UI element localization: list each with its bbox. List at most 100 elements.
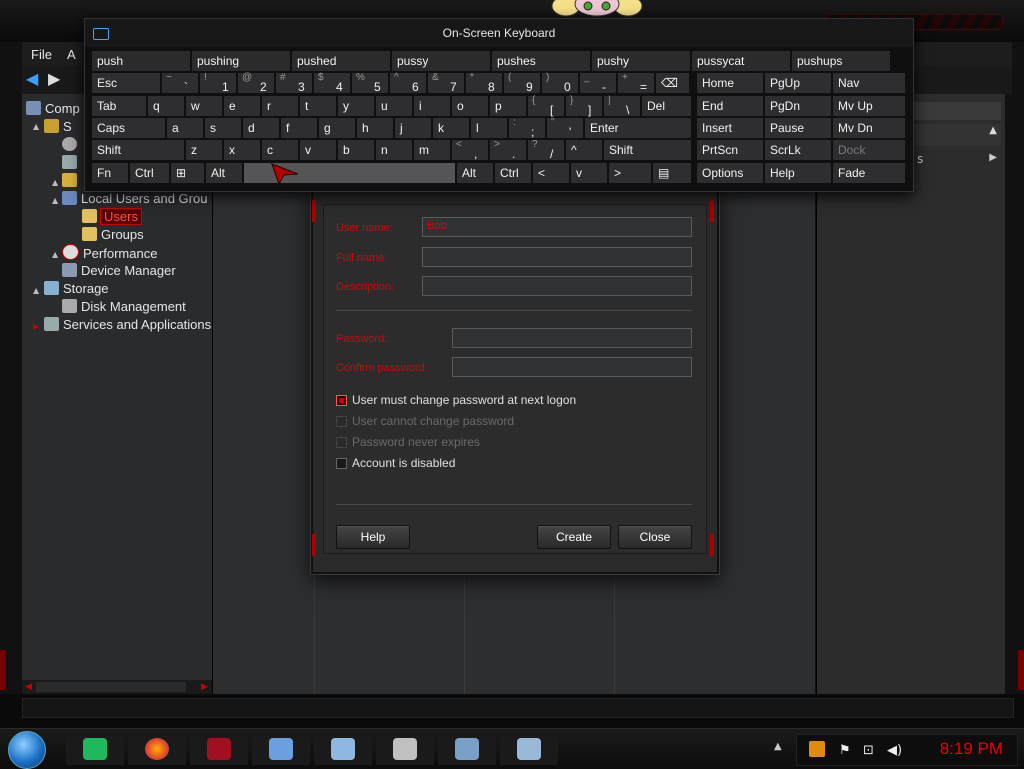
- confirm-password-field[interactable]: [452, 357, 692, 377]
- key-symbol[interactable]: ~ `: [162, 72, 198, 94]
- tree-item-users[interactable]: Users: [82, 208, 142, 225]
- key-alt[interactable]: Alt: [206, 163, 242, 183]
- suggestion-pussycat[interactable]: pussycat: [692, 51, 790, 71]
- key-8[interactable]: * 8: [466, 72, 502, 94]
- key-symbol[interactable]: :;: [509, 117, 545, 139]
- tree-item-event-viewer[interactable]: [62, 154, 81, 171]
- tree-item-shared-folders[interactable]: [62, 172, 81, 189]
- expand-icon[interactable]: ▲: [52, 250, 58, 259]
- key-home[interactable]: Home: [697, 73, 763, 93]
- suggestion-pushy[interactable]: pushy: [592, 51, 690, 71]
- key-symbol[interactable]: ⊞: [171, 163, 204, 183]
- tray-app-icon[interactable]: [809, 741, 825, 757]
- tree-horizontal-scrollbar[interactable]: ◀ ▶: [22, 680, 212, 694]
- key-6[interactable]: ^ 6: [390, 72, 426, 94]
- key-fn[interactable]: Fn: [92, 163, 128, 183]
- key-symbol[interactable]: " ': [547, 117, 583, 139]
- forward-arrow-icon[interactable]: ▶: [48, 70, 66, 88]
- tree-item-services-applications[interactable]: Services and Applications: [44, 316, 211, 333]
- key-x[interactable]: x: [224, 140, 260, 160]
- key-end[interactable]: End: [697, 96, 763, 116]
- key-pgup[interactable]: PgUp: [765, 73, 831, 93]
- suggestion-push[interactable]: push: [92, 51, 190, 71]
- key-4[interactable]: $4: [314, 72, 350, 94]
- key-insert[interactable]: Insert: [697, 118, 763, 138]
- key-shift[interactable]: Shift: [92, 140, 184, 160]
- scroll-right-icon[interactable]: ▶: [201, 682, 209, 692]
- taskbar-app-media[interactable]: [190, 733, 248, 765]
- tree-item-groups[interactable]: Groups: [82, 226, 144, 243]
- key-caps[interactable]: Caps: [92, 118, 165, 138]
- key-j[interactable]: j: [395, 118, 431, 138]
- key-b[interactable]: b: [338, 140, 374, 160]
- key-z[interactable]: z: [186, 140, 222, 160]
- taskbar-app-network[interactable]: [438, 733, 496, 765]
- key-esc[interactable]: Esc: [92, 73, 160, 93]
- key-prtscn[interactable]: PrtScn: [697, 140, 763, 160]
- key-q[interactable]: q: [148, 96, 184, 116]
- scroll-left-icon[interactable]: ◀: [25, 682, 33, 692]
- key-a[interactable]: a: [167, 118, 203, 138]
- expand-icon[interactable]: ▶: [33, 322, 39, 331]
- key-symbol[interactable]: _ -: [580, 72, 616, 94]
- back-arrow-icon[interactable]: ◀: [26, 70, 44, 88]
- volume-icon[interactable]: ◀): [887, 743, 902, 758]
- key-mv-up[interactable]: Mv Up: [833, 96, 905, 116]
- suggestion-pushed[interactable]: pushed: [292, 51, 390, 71]
- user-name-field[interactable]: Bob: [422, 217, 692, 237]
- key-g[interactable]: g: [319, 118, 355, 138]
- suggestion-pushes[interactable]: pushes: [492, 51, 590, 71]
- key-symbol[interactable]: <: [533, 163, 569, 183]
- key-help[interactable]: Help: [765, 163, 831, 183]
- key-f[interactable]: f: [281, 118, 317, 138]
- key-i[interactable]: i: [414, 96, 450, 116]
- checkbox-icon[interactable]: [336, 458, 347, 469]
- full-name-field[interactable]: [422, 247, 692, 267]
- key-d[interactable]: d: [243, 118, 279, 138]
- clock[interactable]: 8:19 PM: [940, 739, 1003, 759]
- key-e[interactable]: e: [224, 96, 260, 116]
- key-pgdn[interactable]: PgDn: [765, 96, 831, 116]
- key-fade[interactable]: Fade: [833, 163, 905, 183]
- menu-file[interactable]: File: [31, 47, 52, 62]
- tree-item-task-scheduler[interactable]: [62, 136, 81, 153]
- taskbar-app-server[interactable]: [376, 733, 434, 765]
- help-button[interactable]: Help: [336, 525, 410, 549]
- key-alt[interactable]: Alt: [457, 163, 493, 183]
- create-button[interactable]: Create: [537, 525, 611, 549]
- suggestion-pushups[interactable]: pushups: [792, 51, 890, 71]
- key-tab[interactable]: Tab: [92, 96, 146, 116]
- suggestion-pussy[interactable]: pussy: [392, 51, 490, 71]
- flag-icon[interactable]: ⚑: [839, 743, 851, 758]
- key-nav[interactable]: Nav: [833, 73, 905, 93]
- tree-item-device-manager[interactable]: Device Manager: [62, 262, 176, 279]
- expand-icon[interactable]: ▲: [33, 286, 39, 295]
- key-symbol[interactable]: + =: [618, 72, 654, 94]
- taskbar-app-keyboard[interactable]: [500, 733, 558, 765]
- collapse-up-icon[interactable]: ▲: [989, 125, 997, 136]
- key-9[interactable]: (9: [504, 72, 540, 94]
- tree-item-computer[interactable]: Comp: [26, 100, 80, 117]
- key-2[interactable]: @2: [238, 72, 274, 94]
- tree-item-disk-management[interactable]: Disk Management: [62, 298, 186, 315]
- key-5[interactable]: % 5: [352, 72, 388, 94]
- actions-more-label[interactable]: s: [917, 152, 923, 166]
- key-v[interactable]: v: [571, 163, 607, 183]
- password-field[interactable]: [452, 328, 692, 348]
- key-l[interactable]: l: [471, 118, 507, 138]
- key-del[interactable]: Del: [642, 96, 691, 116]
- key-c[interactable]: c: [262, 140, 298, 160]
- expand-icon[interactable]: ▲: [52, 178, 58, 187]
- must-change-password-checkbox[interactable]: User must change password at next logon: [336, 393, 576, 407]
- expand-icon[interactable]: ▲: [33, 122, 39, 131]
- key-0[interactable]: ) 0: [542, 72, 578, 94]
- key-u[interactable]: u: [376, 96, 412, 116]
- tree-item-system-tools[interactable]: S: [44, 118, 72, 135]
- key-symbol[interactable]: }]: [566, 95, 602, 117]
- start-orb-icon[interactable]: [8, 731, 46, 769]
- key-y[interactable]: y: [338, 96, 374, 116]
- key-w[interactable]: w: [186, 96, 222, 116]
- key-symbol[interactable]: >.: [490, 139, 526, 161]
- taskbar-app-remote[interactable]: [252, 733, 310, 765]
- key-symbol[interactable]: <,: [452, 139, 488, 161]
